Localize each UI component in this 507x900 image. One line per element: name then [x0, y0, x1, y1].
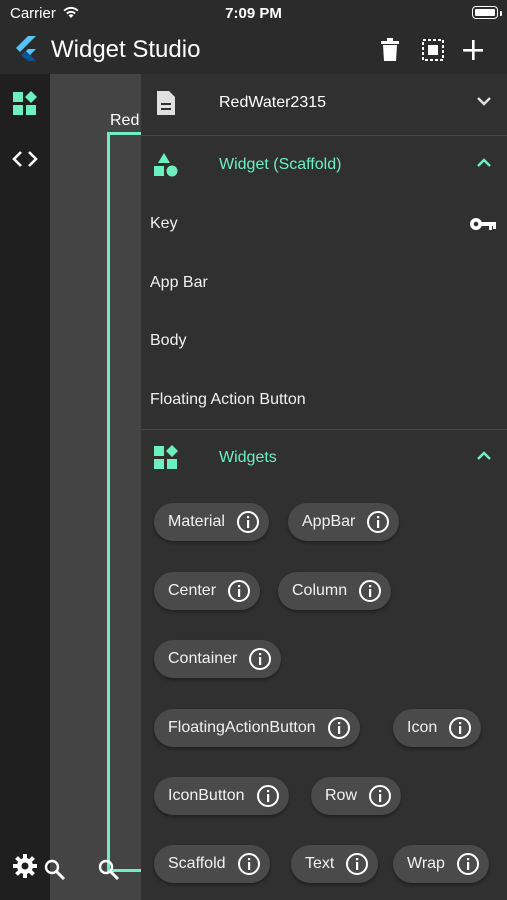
code-nav-icon[interactable] [11, 145, 39, 173]
widget-chip-scaffold[interactable]: Scaffold [154, 845, 270, 883]
widget-chip-center[interactable]: Center [154, 572, 261, 610]
document-icon [153, 90, 179, 116]
widget-chip-column[interactable]: Column [278, 572, 392, 610]
chevron-up-icon[interactable] [475, 154, 493, 177]
chip-label: Material [168, 513, 225, 530]
key-icon[interactable] [469, 216, 497, 237]
status-bar: Carrier 7:09 PM [0, 0, 507, 28]
property-app-bar[interactable]: App Bar [150, 274, 208, 292]
chip-label: Column [292, 582, 348, 599]
widget-chip-wrap[interactable]: Wrap [393, 845, 489, 883]
properties-panel: RedWater2315 Widget (Scaffold) Key App B… [141, 74, 507, 900]
info-icon[interactable] [235, 509, 261, 535]
chip-label: Icon [407, 719, 438, 736]
widget-chip-container[interactable]: Container [154, 640, 282, 678]
info-icon[interactable] [247, 646, 273, 672]
clock: 7:09 PM [225, 5, 282, 22]
chip-label: Row [325, 787, 358, 804]
chevron-down-icon[interactable] [475, 92, 493, 115]
document-name: RedWater2315 [219, 94, 327, 111]
info-icon[interactable] [455, 851, 481, 877]
app-bar: Widget Studio [0, 28, 507, 74]
widgets-nav-icon[interactable] [11, 90, 39, 118]
chip-label: IconButton [168, 787, 245, 804]
widget-chip-row[interactable]: Row [311, 777, 402, 815]
widget-chip-icon[interactable]: Icon [393, 709, 482, 747]
info-icon[interactable] [344, 851, 370, 877]
widget-chip-text[interactable]: Text [291, 845, 379, 883]
chevron-up-icon[interactable] [475, 447, 493, 470]
chip-label: FloatingActionButton [168, 719, 316, 736]
info-icon[interactable] [326, 715, 352, 741]
chip-label: Container [168, 650, 238, 667]
property-body[interactable]: Body [150, 332, 186, 350]
delete-icon[interactable] [376, 36, 404, 64]
nav-rail [0, 74, 50, 900]
widget-section-label: Widget (Scaffold) [219, 156, 342, 173]
chip-label: Wrap [407, 855, 445, 872]
widget-section-header[interactable]: Widget (Scaffold) [141, 136, 507, 196]
chip-label: Text [305, 855, 335, 872]
settings-icon[interactable] [11, 852, 39, 880]
info-icon[interactable] [447, 715, 473, 741]
zoom-in-icon[interactable] [98, 859, 120, 886]
widgets-section-label: Widgets [219, 449, 277, 466]
chip-label: AppBar [302, 513, 356, 530]
info-icon[interactable] [255, 783, 281, 809]
select-all-icon[interactable] [419, 36, 447, 64]
zoom-out-icon[interactable] [44, 859, 66, 886]
widget-chip-iconbutton[interactable]: IconButton [154, 777, 289, 815]
battery-cap [500, 11, 502, 16]
flutter-logo-icon [14, 36, 38, 69]
widgets-icon [153, 445, 179, 471]
canvas-text-fragment: Red [110, 112, 140, 129]
document-header[interactable]: RedWater2315 [141, 74, 507, 134]
info-icon[interactable] [367, 783, 393, 809]
widgets-section-header[interactable]: Widgets [141, 429, 507, 489]
add-icon[interactable] [459, 36, 487, 64]
widget-chip-material[interactable]: Material [154, 503, 269, 541]
canvas-preview[interactable]: Red [44, 74, 147, 900]
info-icon[interactable] [357, 578, 383, 604]
app-title: Widget Studio [51, 36, 201, 63]
widget-chip-appbar[interactable]: AppBar [288, 503, 400, 541]
info-icon[interactable] [365, 509, 391, 535]
info-icon[interactable] [236, 851, 262, 877]
shapes-icon [153, 152, 179, 178]
property-key[interactable]: Key [150, 215, 178, 233]
property-floating-action-button[interactable]: Floating Action Button [150, 391, 306, 409]
battery-icon [472, 6, 498, 19]
selection-outline-vertical [107, 132, 110, 870]
widget-chip-floatingactionbutton[interactable]: FloatingActionButton [154, 709, 360, 747]
info-icon[interactable] [226, 578, 252, 604]
chip-label: Center [168, 582, 217, 599]
chip-label: Scaffold [168, 855, 226, 872]
